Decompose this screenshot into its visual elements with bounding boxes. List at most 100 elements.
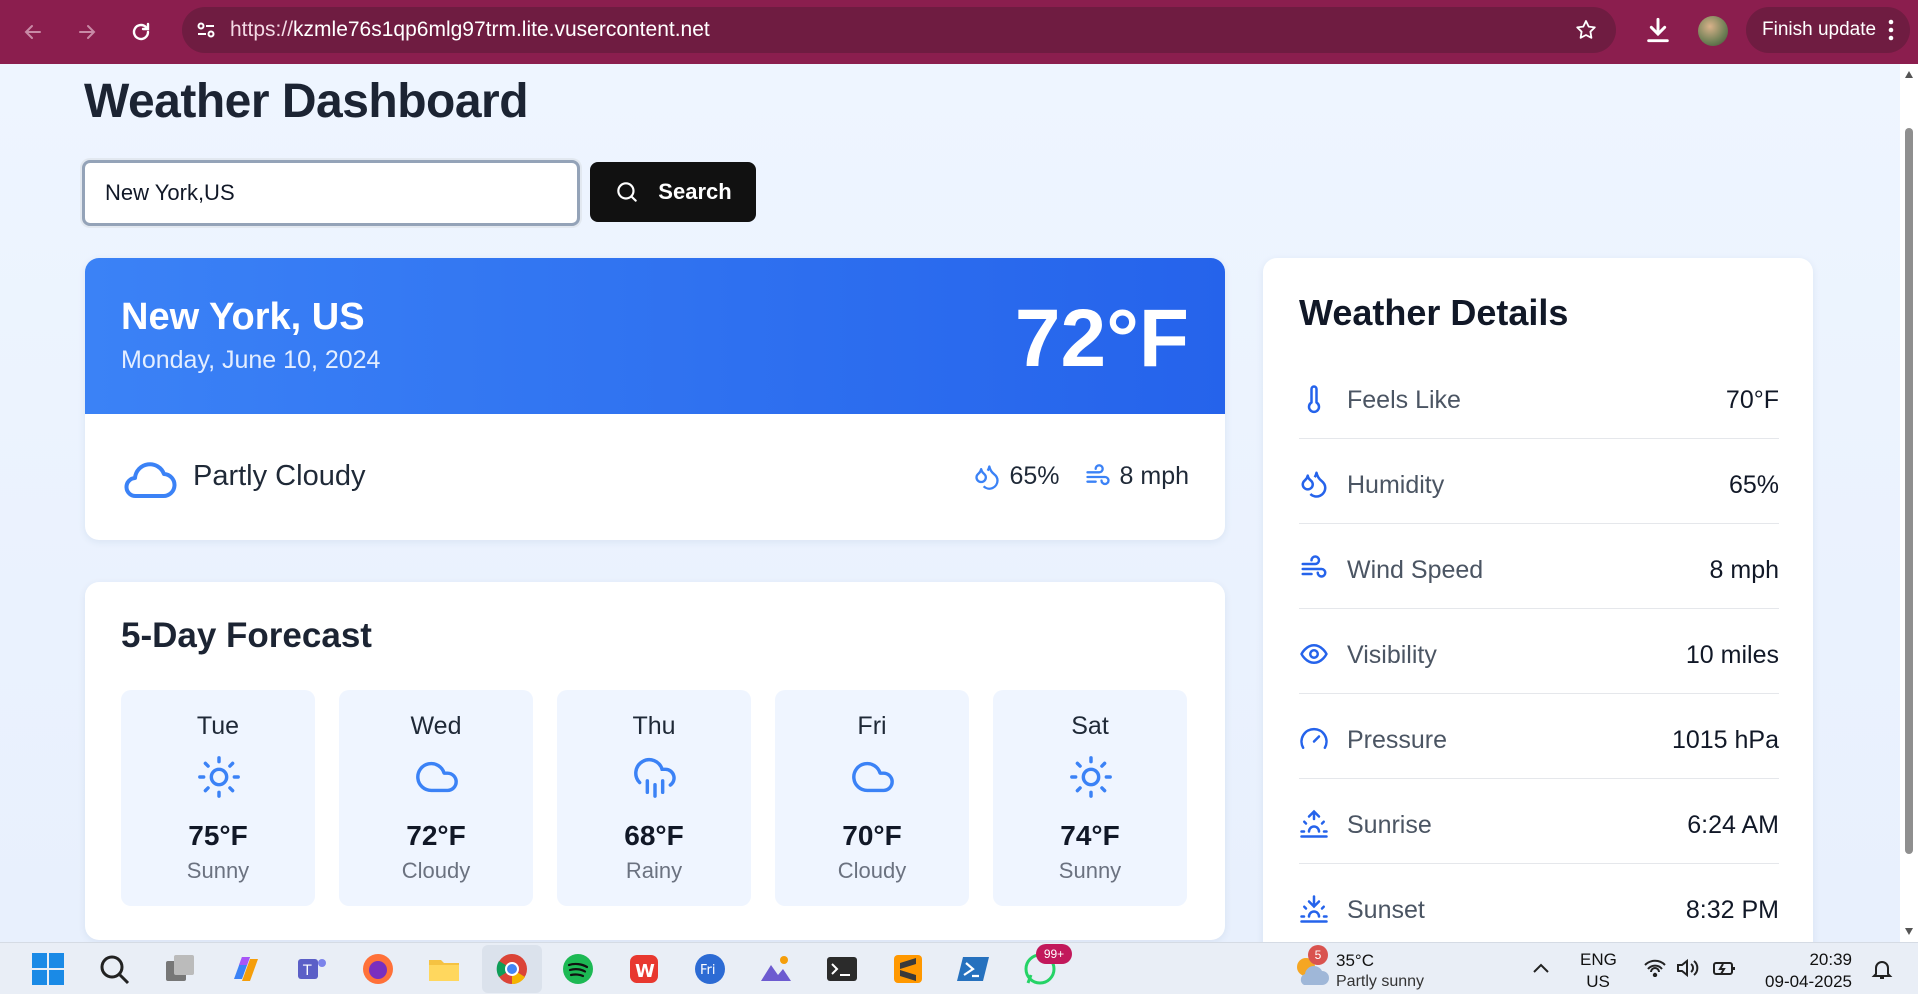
- task-view-icon[interactable]: [162, 951, 198, 987]
- current-wind: 8 mph: [1119, 462, 1189, 490]
- taskbar-weather-condition: Partly sunny: [1336, 973, 1425, 990]
- detail-value: 10 miles: [1685, 641, 1779, 669]
- forecast-title: 5-Day Forecast: [121, 616, 372, 655]
- detail-row-humidity: Humidity 65%: [1299, 439, 1779, 524]
- detail-row-pressure: Pressure 1015 hPa: [1299, 694, 1779, 779]
- forward-button[interactable]: [60, 5, 114, 59]
- taskbar-search-icon[interactable]: [96, 951, 132, 987]
- search-button[interactable]: Search: [590, 162, 756, 222]
- forecast-card: 5-Day Forecast Tue 75°F Sunny Wed 72°F C…: [85, 582, 1225, 940]
- detail-row-sunrise: Sunrise 6:24 AM: [1299, 779, 1779, 864]
- forecast-temp: 68°F: [624, 820, 684, 851]
- taskbar: T W Fri 99+ 5 35°C Partly sunny ENG US 2…: [0, 942, 1918, 994]
- clock-date[interactable]: 09-04-2025: [1758, 972, 1852, 992]
- copilot-icon[interactable]: [228, 951, 264, 987]
- wifi-icon[interactable]: [1644, 959, 1666, 977]
- current-humidity: 65%: [1009, 462, 1060, 490]
- current-temperature: 72°F: [1014, 293, 1189, 384]
- clock-time[interactable]: 20:39: [1758, 950, 1852, 970]
- forecast-day: Sat 74°F Sunny: [993, 690, 1187, 906]
- forecast-day: Tue 75°F Sunny: [121, 690, 315, 906]
- forecast-day-name: Wed: [410, 712, 462, 740]
- finish-update-button[interactable]: Finish update: [1746, 7, 1910, 53]
- chrome-icon[interactable]: [494, 951, 530, 987]
- forecast-day-name: Tue: [196, 712, 240, 740]
- forecast-day-name: Thu: [632, 712, 676, 740]
- current-weather-header: New York, US Monday, June 10, 2024 72°F: [85, 258, 1225, 414]
- teams-icon[interactable]: T: [294, 951, 330, 987]
- terminal-icon[interactable]: [824, 951, 860, 987]
- gauge-icon: [1300, 727, 1328, 749]
- thermometer-icon: [1307, 385, 1321, 414]
- forecast-days: Tue 75°F Sunny Wed 72°F Cloudy Thu 68°F …: [121, 690, 1187, 906]
- detail-label: Humidity: [1347, 471, 1445, 499]
- profile-avatar[interactable]: [1698, 16, 1728, 46]
- forecast-temp: 75°F: [188, 820, 248, 851]
- scroll-down-icon[interactable]: [1904, 926, 1914, 936]
- url-text: https://kzmle76s1qp6mlg97trm.lite.vuserc…: [230, 18, 710, 41]
- page-scrollbar[interactable]: [1900, 64, 1918, 942]
- weather-alert-badge: 5: [1308, 945, 1328, 965]
- detail-value: 8:32 PM: [1685, 896, 1779, 924]
- firefox-icon[interactable]: [360, 951, 396, 987]
- detail-value: 70°F: [1725, 386, 1779, 414]
- back-button[interactable]: [6, 5, 60, 59]
- volume-icon[interactable]: [1676, 958, 1700, 978]
- reload-button[interactable]: [114, 5, 168, 59]
- detail-value: 8 mph: [1709, 556, 1779, 584]
- address-bar[interactable]: https://kzmle76s1qp6mlg97trm.lite.vuserc…: [182, 7, 1616, 53]
- detail-label: Wind Speed: [1347, 556, 1484, 584]
- windows-start-icon[interactable]: [30, 951, 66, 987]
- file-explorer-icon[interactable]: [426, 951, 462, 987]
- detail-row-visibility: Visibility 10 miles: [1299, 609, 1779, 694]
- current-condition: Partly Cloudy: [193, 460, 366, 492]
- battery-charging-icon[interactable]: [1712, 958, 1738, 978]
- page-content: Weather Dashboard Search New York, US Mo…: [0, 64, 1900, 942]
- more-vert-icon: [1888, 19, 1894, 41]
- current-weather-body: Partly Cloudy 65% 8 mph: [85, 414, 1225, 540]
- sunset-icon: [1300, 895, 1328, 923]
- forecast-day: Fri 70°F Cloudy: [775, 690, 969, 906]
- forecast-day-name: Sat: [1071, 712, 1109, 740]
- forecast-condition: Sunny: [186, 858, 250, 883]
- sublime-text-icon[interactable]: [890, 951, 926, 987]
- forecast-condition: Cloudy: [401, 858, 471, 883]
- sunrise-icon: [1300, 809, 1328, 838]
- search-input[interactable]: [82, 160, 580, 226]
- svg-text:T: T: [302, 963, 312, 979]
- eye-icon: [1300, 644, 1328, 664]
- bookmark-star-icon[interactable]: [1574, 18, 1598, 42]
- current-stats: 65% 8 mph: [973, 462, 1189, 491]
- detail-row-feels-like: Feels Like 70°F: [1299, 354, 1779, 439]
- scroll-up-icon[interactable]: [1904, 70, 1914, 80]
- arrow-right-icon: [79, 25, 96, 39]
- detail-row-wind-speed: Wind Speed 8 mph: [1299, 524, 1779, 609]
- page-title: Weather Dashboard: [84, 75, 529, 128]
- svg-text:W: W: [635, 961, 655, 982]
- arrow-left-icon: [24, 25, 41, 39]
- fri-app-icon[interactable]: Fri: [692, 951, 728, 987]
- details-list: Feels Like 70°F Humidity 65% Wind Speed …: [1299, 354, 1779, 942]
- detail-label: Feels Like: [1347, 386, 1461, 414]
- wind-icon: [1301, 555, 1327, 578]
- forecast-condition: Cloudy: [837, 858, 907, 883]
- powershell-icon[interactable]: [956, 951, 992, 987]
- rain-icon: [634, 758, 676, 798]
- scrollbar-thumb[interactable]: [1905, 128, 1913, 854]
- notification-bell-icon[interactable]: [1870, 957, 1894, 981]
- forecast-temp: 74°F: [1060, 820, 1120, 851]
- language-indicator-bottom[interactable]: US: [1580, 972, 1616, 992]
- chevron-up-icon[interactable]: [1532, 961, 1550, 975]
- language-indicator-top[interactable]: ENG: [1580, 950, 1617, 970]
- wps-office-icon[interactable]: W: [626, 951, 662, 987]
- site-settings-icon[interactable]: [194, 18, 218, 42]
- reload-icon: [132, 22, 150, 41]
- current-weather-card: New York, US Monday, June 10, 2024 72°F …: [85, 258, 1225, 540]
- sun-icon: [1070, 756, 1112, 798]
- weather-details-card: Weather Details Feels Like 70°F Humidity…: [1263, 258, 1813, 942]
- photos-icon[interactable]: [758, 951, 794, 987]
- cloud-icon: [852, 761, 894, 793]
- forecast-condition: Rainy: [625, 858, 683, 883]
- spotify-icon[interactable]: [560, 951, 596, 987]
- download-icon[interactable]: [1642, 14, 1674, 46]
